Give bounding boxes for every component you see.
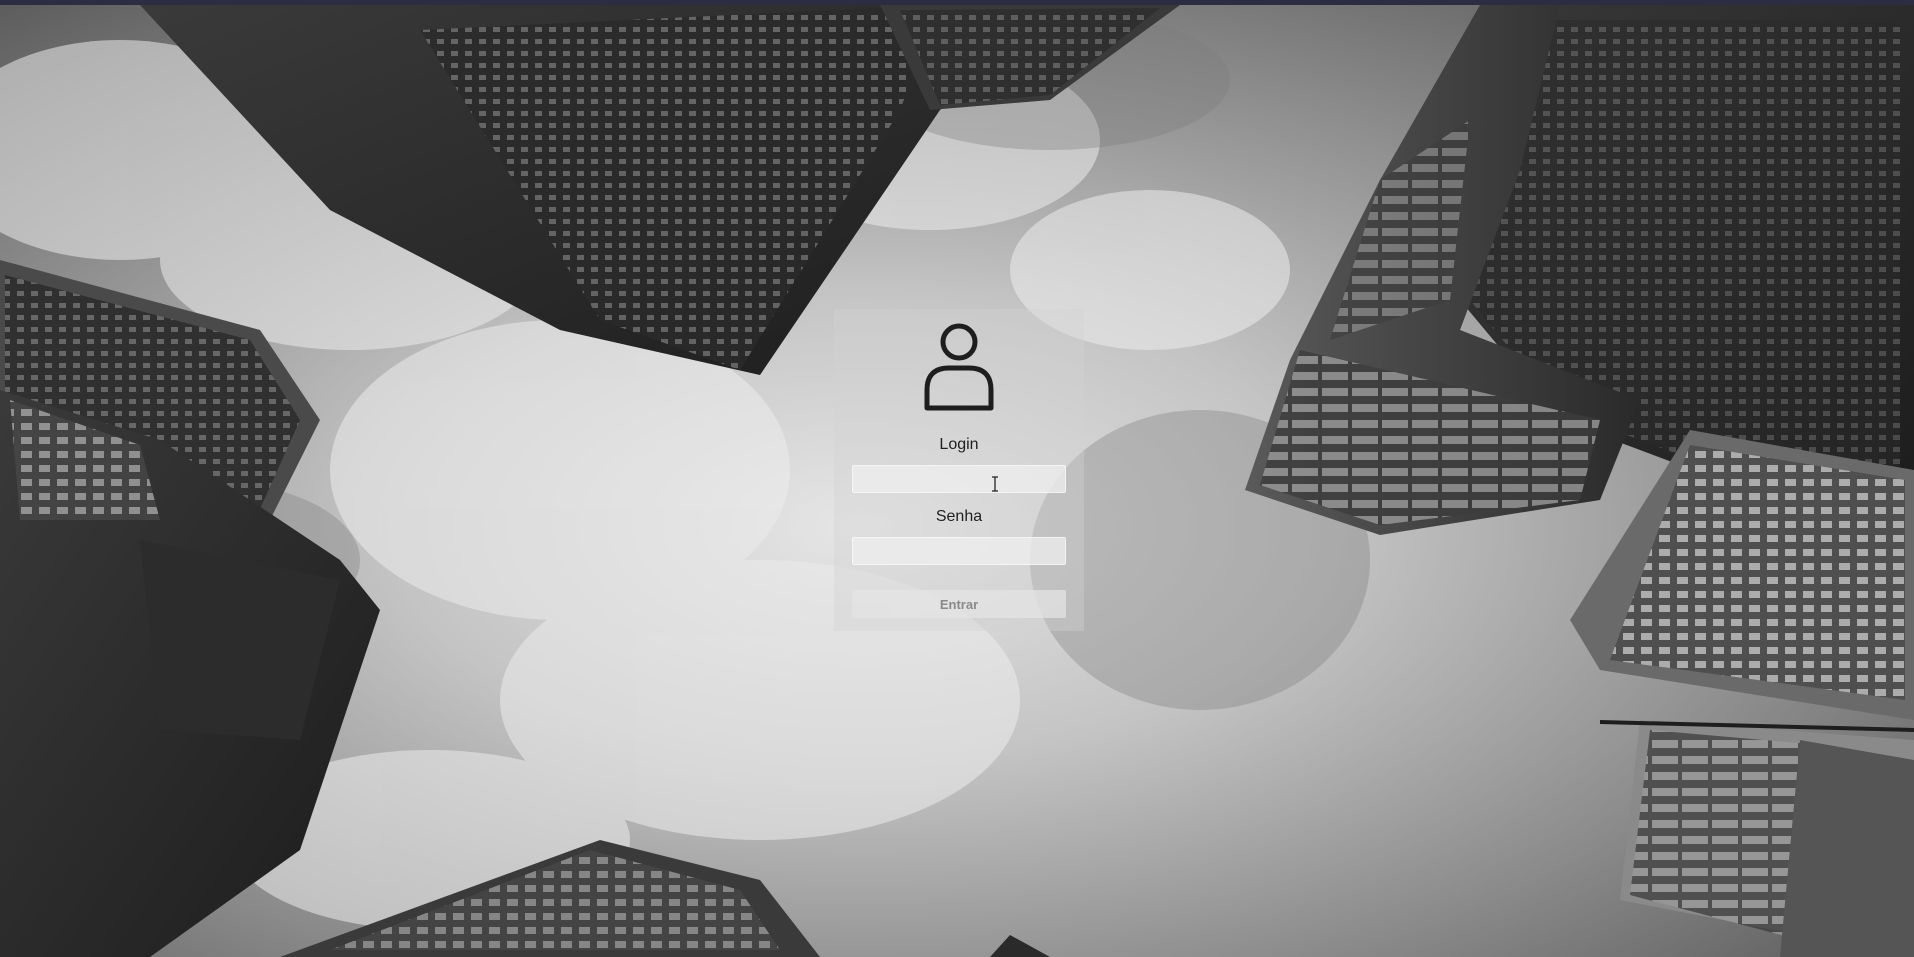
user-icon — [924, 323, 994, 411]
login-card: Login Senha Entrar — [834, 309, 1084, 631]
submit-button[interactable]: Entrar — [852, 590, 1066, 618]
top-border — [0, 0, 1914, 5]
password-label: Senha — [935, 508, 983, 525]
login-page: Login Senha Entrar — [0, 0, 1914, 957]
login-label: Login — [939, 436, 979, 453]
text-cursor-icon — [992, 476, 998, 492]
login-input[interactable] — [852, 465, 1066, 493]
password-input[interactable] — [852, 537, 1066, 565]
